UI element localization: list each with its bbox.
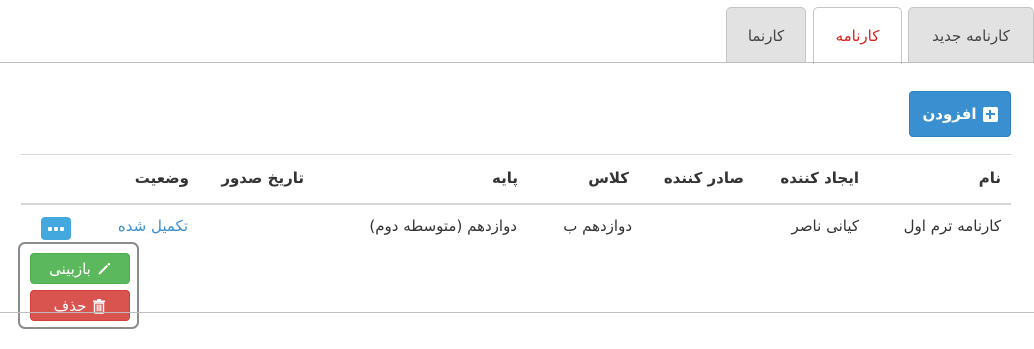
add-button[interactable]: افزودن [909,91,1011,137]
row-actions-menu: بازبینی حذف [18,242,139,329]
delete-button[interactable]: حذف [30,290,130,321]
table-top-border [21,154,1011,155]
column-header-class: کلاس [588,169,629,187]
more-dots-icon [60,226,64,231]
cell-name: کارنامه ترم اول [903,217,1001,235]
cell-status-link[interactable]: تکمیل شده [118,217,188,235]
column-header-status: وضعیت [134,169,189,187]
review-button-label: بازبینی [49,259,91,278]
tab-label: کارنما [747,26,785,45]
review-button[interactable]: بازبینی [30,253,130,284]
tab-label: کارنامه [835,27,880,45]
row-actions-toggle[interactable] [41,217,71,240]
tab-karnama[interactable]: کارنما [726,7,806,63]
column-header-grade: پایه [492,169,518,187]
add-button-label: افزودن [922,105,977,123]
tab-report-card[interactable]: کارنامه [813,7,902,64]
plus-square-icon [982,106,998,122]
cell-grade: دوازدهم (متوسطه دوم) [369,217,517,235]
pencil-icon [97,262,111,276]
column-header-issuer: صادر کننده [663,169,744,187]
column-header-name: نام [978,169,1001,187]
table-header-border [21,203,1011,205]
bottom-divider [0,312,1034,313]
cell-class: دوازدهم ب [563,217,632,235]
column-header-issue-date: تاریخ صدور [221,169,304,187]
tab-label: کارنامه جدید [932,26,1010,45]
report-card-page: کارنامه جدید کارنامه کارنما افزودن نام ا… [0,0,1034,349]
tab-new-report-card[interactable]: کارنامه جدید [908,7,1034,63]
cell-creator: کیانی ناصر [791,217,859,235]
tabs-divider [0,62,1034,63]
column-header-creator: ایجاد کننده [780,169,859,187]
